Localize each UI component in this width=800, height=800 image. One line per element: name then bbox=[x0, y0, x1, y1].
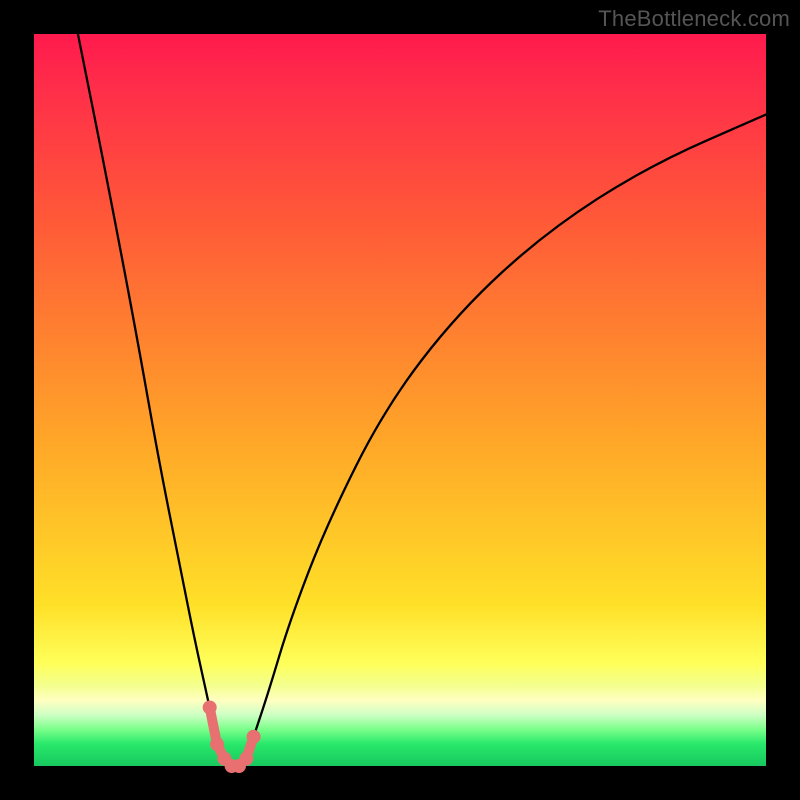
bottleneck-curve bbox=[78, 34, 766, 766]
plot-area bbox=[34, 34, 766, 766]
curve-layer bbox=[34, 34, 766, 766]
optimum-highlight bbox=[203, 700, 261, 773]
watermark-text: TheBottleneck.com bbox=[598, 6, 790, 32]
chart-frame: TheBottleneck.com bbox=[0, 0, 800, 800]
